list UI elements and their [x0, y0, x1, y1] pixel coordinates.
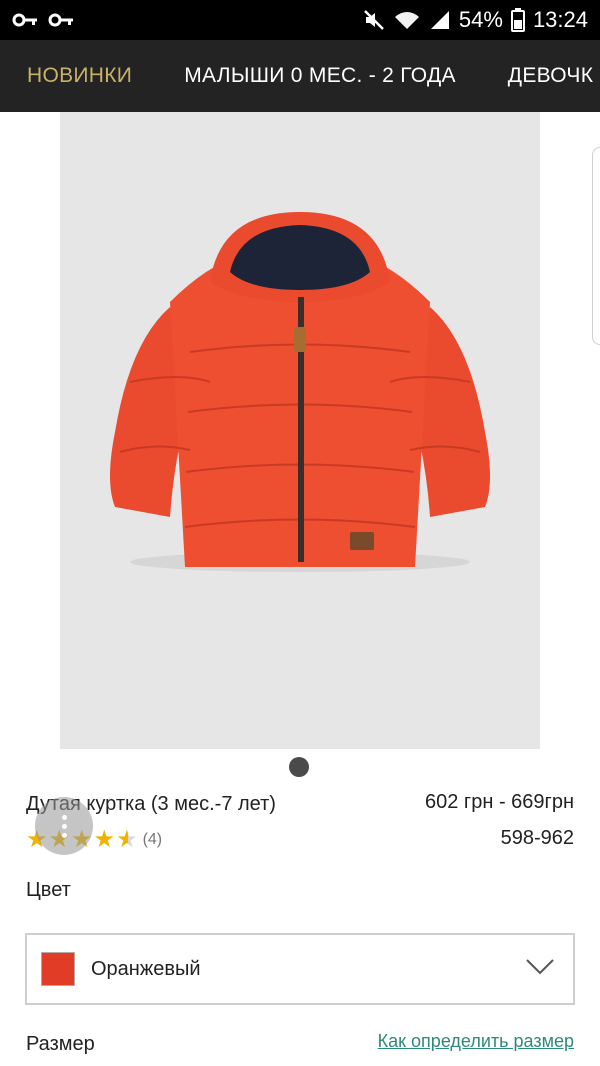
clock: 13:24 — [532, 7, 588, 32]
tab-new[interactable]: НОВИНКИ — [0, 64, 158, 88]
product-code: 598-962 — [500, 827, 574, 849]
menu-dot — [61, 823, 67, 829]
star-icon: ★ — [93, 826, 116, 853]
product-price: 602 грн - 669грн — [425, 791, 574, 813]
carousel-indicator[interactable] — [289, 757, 309, 777]
side-drawer-handle[interactable] — [592, 147, 600, 345]
signal-icon — [429, 9, 451, 31]
color-select[interactable]: Оранжевый — [25, 933, 575, 1005]
tab-babies[interactable]: МАЛЫШИ 0 МЕС. - 2 ГОДА — [158, 64, 482, 88]
status-left — [12, 12, 74, 28]
menu-dot — [61, 832, 67, 838]
mute-icon — [363, 9, 385, 31]
jacket-illustration — [110, 212, 490, 572]
status-right: 54% 13:24 — [363, 7, 588, 33]
chevron-down-icon — [525, 958, 555, 981]
key-icon — [48, 12, 74, 28]
size-label: Размер — [26, 1033, 95, 1055]
menu-dot — [61, 814, 67, 820]
color-value: Оранжевый — [91, 957, 201, 980]
product-image[interactable] — [60, 112, 540, 749]
status-bar: 54% 13:24 — [0, 0, 600, 40]
battery-icon — [510, 8, 525, 32]
rating-count: (4) — [142, 831, 163, 848]
color-swatch — [41, 952, 75, 986]
category-tabs: НОВИНКИ МАЛЫШИ 0 МЕС. - 2 ГОДА ДЕВОЧК — [0, 40, 600, 112]
size-guide-link[interactable]: Как определить размер — [378, 1031, 574, 1052]
battery-percent: 54% — [458, 7, 503, 32]
floating-menu-button[interactable] — [35, 797, 93, 855]
wifi-icon — [393, 9, 421, 31]
tab-girls[interactable]: ДЕВОЧК — [482, 64, 600, 88]
key-icon — [12, 12, 38, 28]
color-label: Цвет — [26, 879, 71, 901]
half-star-icon: ★ — [116, 826, 138, 853]
